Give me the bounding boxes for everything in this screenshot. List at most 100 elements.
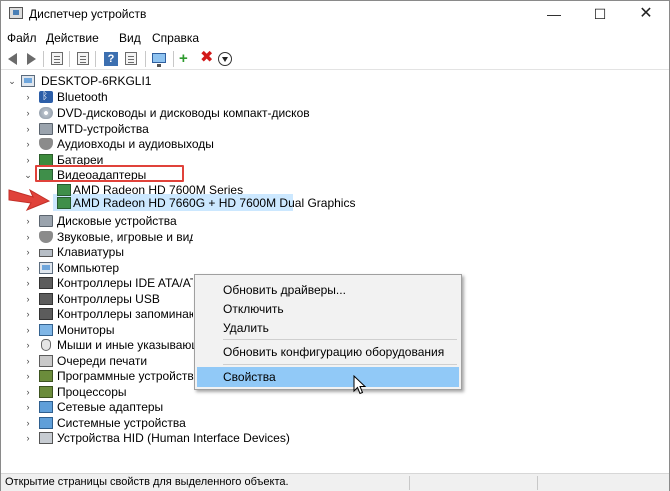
back-arrow-icon[interactable] [5,51,21,67]
tree-item-ide-controllers[interactable]: › Контроллеры IDE ATA/ATAPI [23,275,194,291]
menu-help[interactable]: Справка [152,31,199,45]
list-icon[interactable] [75,51,91,67]
toolbar-separator [145,51,146,67]
context-menu-separator [223,364,457,365]
menu-view[interactable]: Вид [119,31,141,45]
tree-item-usb-controllers[interactable]: › Контроллеры USB [23,291,193,307]
annotation-highlight-box [35,165,184,182]
toolbar: ? + ✖ [1,48,669,70]
context-menu-separator [223,339,457,340]
tree-item-label: Аудиовходы и аудиовыходы [57,137,214,151]
chevron-right-icon[interactable]: › [23,322,33,338]
tree-item-bluetooth[interactable]: › Bluetooth [23,89,323,105]
tree-item-label: Программные устройства [57,369,201,383]
chevron-down-icon[interactable]: ⌄ [23,167,33,183]
tree-item-disk-drives[interactable]: › Дисковые устройства [23,213,193,229]
help-icon[interactable]: ? [103,51,119,67]
audio-icon [39,138,53,150]
tree-item-label: Системные устройства [57,416,186,430]
processor-icon [39,386,53,398]
details-icon[interactable] [123,51,139,67]
chevron-right-icon[interactable]: › [23,229,33,245]
tree-item-label: DVD-дисководы и дисководы компакт-дисков [57,106,310,120]
tree-root[interactable]: ⌄ DESKTOP-6RKGLI1 [7,73,207,89]
ctx-scan-hardware[interactable]: Обновить конфигурацию оборудования [197,342,459,362]
menu-file[interactable]: Файл [7,31,37,45]
chevron-right-icon[interactable]: › [23,105,33,121]
chevron-right-icon[interactable]: › [23,244,33,260]
tree-item-storage-controllers[interactable]: › Контроллеры запоминающих устройств [23,306,194,322]
add-driver-icon[interactable]: + [179,51,195,67]
mouse-cursor-icon [353,375,367,395]
chevron-right-icon[interactable]: › [23,260,33,276]
tree-item-system-devices[interactable]: › Системные устройства [23,415,323,431]
chevron-down-icon[interactable]: ⌄ [7,73,17,89]
chevron-right-icon[interactable]: › [23,275,33,291]
tree-item-label: Очереди печати [57,354,148,368]
status-text: Открытие страницы свойств для выделенног… [5,476,289,488]
ctx-uninstall[interactable]: Удалить [197,318,459,338]
tree-item-hid[interactable]: › Устройства HID (Human Interface Device… [23,430,323,446]
tree-root-label: DESKTOP-6RKGLI1 [41,74,152,88]
remove-device-icon[interactable]: ✖ [199,50,215,67]
chevron-right-icon[interactable]: › [23,353,33,369]
monitor-icon[interactable] [151,51,167,67]
tree-item-label: Сетевые адаптеры [57,400,164,414]
tree-item-network-adapters[interactable]: › Сетевые адаптеры [23,399,323,415]
chevron-right-icon[interactable]: › [23,399,33,415]
tree-item-amd-7660g[interactable]: AMD Radeon HD 7660G + HD 7600M Dual Grap… [53,195,355,211]
status-bar: Открытие страницы свойств для выделенног… [1,473,669,491]
chevron-right-icon[interactable]: › [23,89,33,105]
tree-item-audio-io[interactable]: › Аудиовходы и аудиовыходы [23,136,323,152]
ctx-update-drivers[interactable]: Обновить драйверы... [197,280,459,300]
ide-controller-icon [39,277,53,289]
chevron-right-icon[interactable]: › [23,430,33,446]
device-manager-app-icon [9,7,23,19]
toolbar-separator [173,51,174,67]
tree-item-dvd-drives[interactable]: › DVD-дисководы и дисководы компакт-диск… [23,105,323,121]
chevron-right-icon[interactable]: › [23,384,33,400]
toolbar-separator [95,51,96,67]
keyboard-icon [39,249,53,257]
chevron-right-icon[interactable]: › [23,213,33,229]
context-menu: Обновить драйверы... Отключить Удалить О… [194,274,462,390]
chevron-right-icon[interactable]: › [23,337,33,353]
disk-drive-icon [39,215,53,227]
status-divider [409,476,410,490]
tree-item-mtd[interactable]: › MTD-устройства [23,121,323,137]
minimize-button[interactable]: — [531,1,577,29]
tree-item-label: Компьютер [57,261,120,275]
chevron-right-icon[interactable]: › [23,121,33,137]
close-button[interactable]: ✕ [623,1,669,29]
forward-arrow-icon[interactable] [23,51,39,67]
ctx-properties[interactable]: Свойства [197,367,459,387]
mouse-icon [41,339,51,351]
tree-item-sound-devices[interactable]: › Звуковые, игровые и видеоустройства [23,229,194,245]
properties-icon[interactable] [49,51,65,67]
tree-item-label: Контроллеры IDE ATA/ATAPI [57,276,193,290]
tree-item-computer[interactable]: › Компьютер [23,260,193,276]
hid-icon [39,432,53,444]
tree-item-keyboards[interactable]: › Клавиатуры [23,244,193,260]
chevron-right-icon[interactable]: › [23,415,33,431]
tree-item-label: Дисковые устройства [57,214,177,228]
tree-item-label: Bluetooth [57,90,108,104]
maximize-button[interactable]: ☐ [577,1,623,29]
storage-controller-icon [39,308,53,320]
chevron-right-icon[interactable]: › [23,306,33,322]
menu-action[interactable]: Действие [46,31,99,45]
chevron-right-icon[interactable]: › [23,291,33,307]
status-divider [537,476,538,490]
ctx-disable[interactable]: Отключить [197,299,459,319]
chevron-right-icon[interactable]: › [23,368,33,384]
storage-icon [39,123,53,135]
disc-drive-icon [39,107,53,119]
update-driver-icon[interactable] [217,51,233,67]
chevron-right-icon[interactable]: › [23,136,33,152]
menu-bar: Файл Действие Вид Справка [1,29,669,48]
toolbar-separator [43,51,44,67]
bluetooth-icon [39,89,53,105]
chevron-right-icon[interactable]: › [23,152,33,168]
usb-controller-icon [39,293,53,305]
window-title: Диспетчер устройств [29,7,147,21]
